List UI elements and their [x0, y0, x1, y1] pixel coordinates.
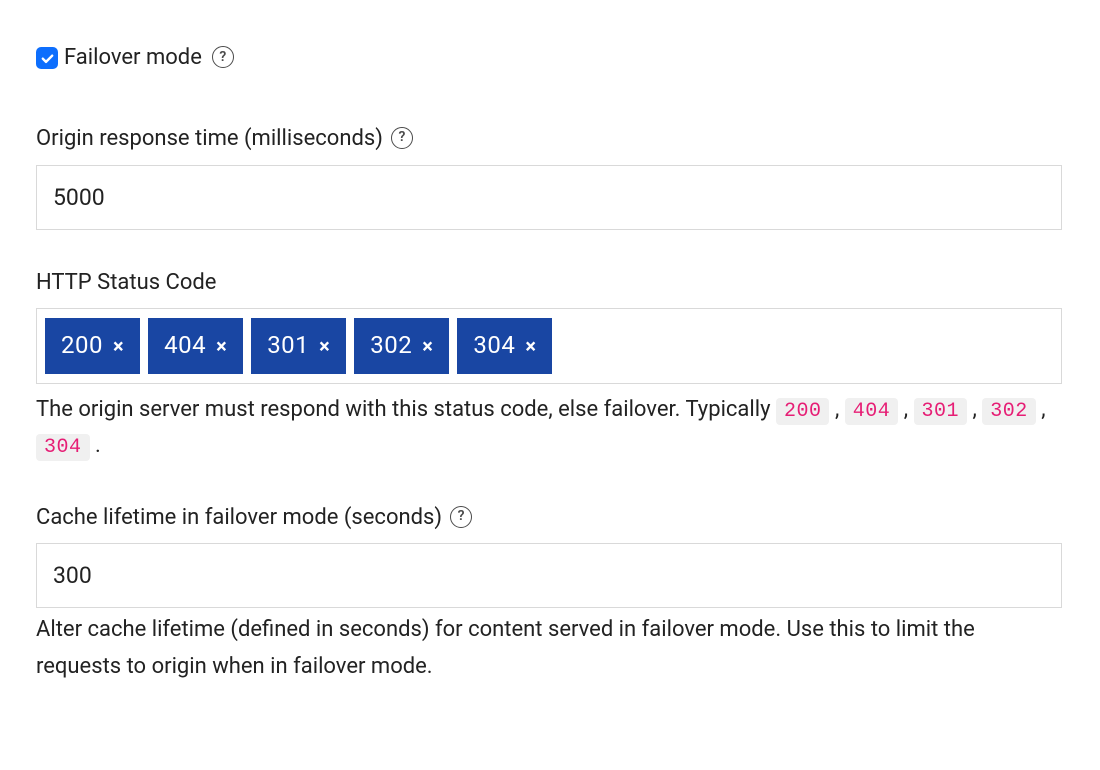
http-status-code-label-text: HTTP Status Code [36, 268, 216, 299]
origin-response-time-field: Origin response time (milliseconds) ? [36, 124, 1064, 230]
close-icon[interactable]: × [422, 336, 433, 356]
http-status-code-label: HTTP Status Code [36, 268, 1064, 299]
status-code-tag-value: 304 [473, 329, 515, 363]
failover-mode-row: Failover mode ? [36, 43, 1064, 74]
cache-lifetime-field: Cache lifetime in failover mode (seconds… [36, 503, 1064, 685]
origin-response-time-label-text: Origin response time (milliseconds) [36, 124, 383, 155]
cache-lifetime-help: Alter cache lifetime (defined in seconds… [36, 612, 1062, 685]
status-code-tag: 304 × [457, 318, 552, 374]
origin-response-time-label: Origin response time (milliseconds) ? [36, 124, 1064, 155]
status-code-pill: 301 [914, 398, 968, 425]
help-icon[interactable]: ? [391, 127, 413, 149]
checkmark-icon [40, 51, 55, 66]
status-code-tag: 200 × [45, 318, 140, 374]
status-code-tag-value: 404 [164, 329, 206, 363]
cache-lifetime-label-text: Cache lifetime in failover mode (seconds… [36, 503, 442, 534]
close-icon[interactable]: × [525, 336, 536, 356]
close-icon[interactable]: × [113, 336, 124, 356]
http-status-code-input[interactable]: 200 × 404 × 301 × 302 × 304 × [36, 308, 1062, 384]
status-code-tag: 404 × [148, 318, 243, 374]
origin-response-time-input[interactable] [36, 165, 1062, 230]
status-code-tag-value: 200 [61, 329, 103, 363]
status-code-tag-value: 301 [267, 329, 309, 363]
status-code-tag-value: 302 [370, 329, 412, 363]
help-icon[interactable]: ? [212, 46, 234, 68]
status-code-pill: 404 [845, 398, 899, 425]
status-code-pill: 302 [982, 398, 1036, 425]
http-status-code-field: HTTP Status Code 200 × 404 × 301 × 302 × 304 × Th… [36, 268, 1064, 465]
status-code-tag: 301 × [251, 318, 346, 374]
help-icon[interactable]: ? [450, 506, 472, 528]
http-status-code-help: The origin server must respond with this… [36, 392, 1062, 465]
close-icon[interactable]: × [319, 336, 330, 356]
close-icon[interactable]: × [216, 336, 227, 356]
failover-mode-label: Failover mode [64, 43, 202, 74]
status-code-pill: 304 [36, 434, 90, 461]
failover-mode-checkbox[interactable] [36, 47, 58, 69]
status-code-pill: 200 [776, 398, 830, 425]
status-code-tag: 302 × [354, 318, 449, 374]
cache-lifetime-label: Cache lifetime in failover mode (seconds… [36, 503, 1064, 534]
cache-lifetime-input[interactable] [36, 543, 1062, 608]
